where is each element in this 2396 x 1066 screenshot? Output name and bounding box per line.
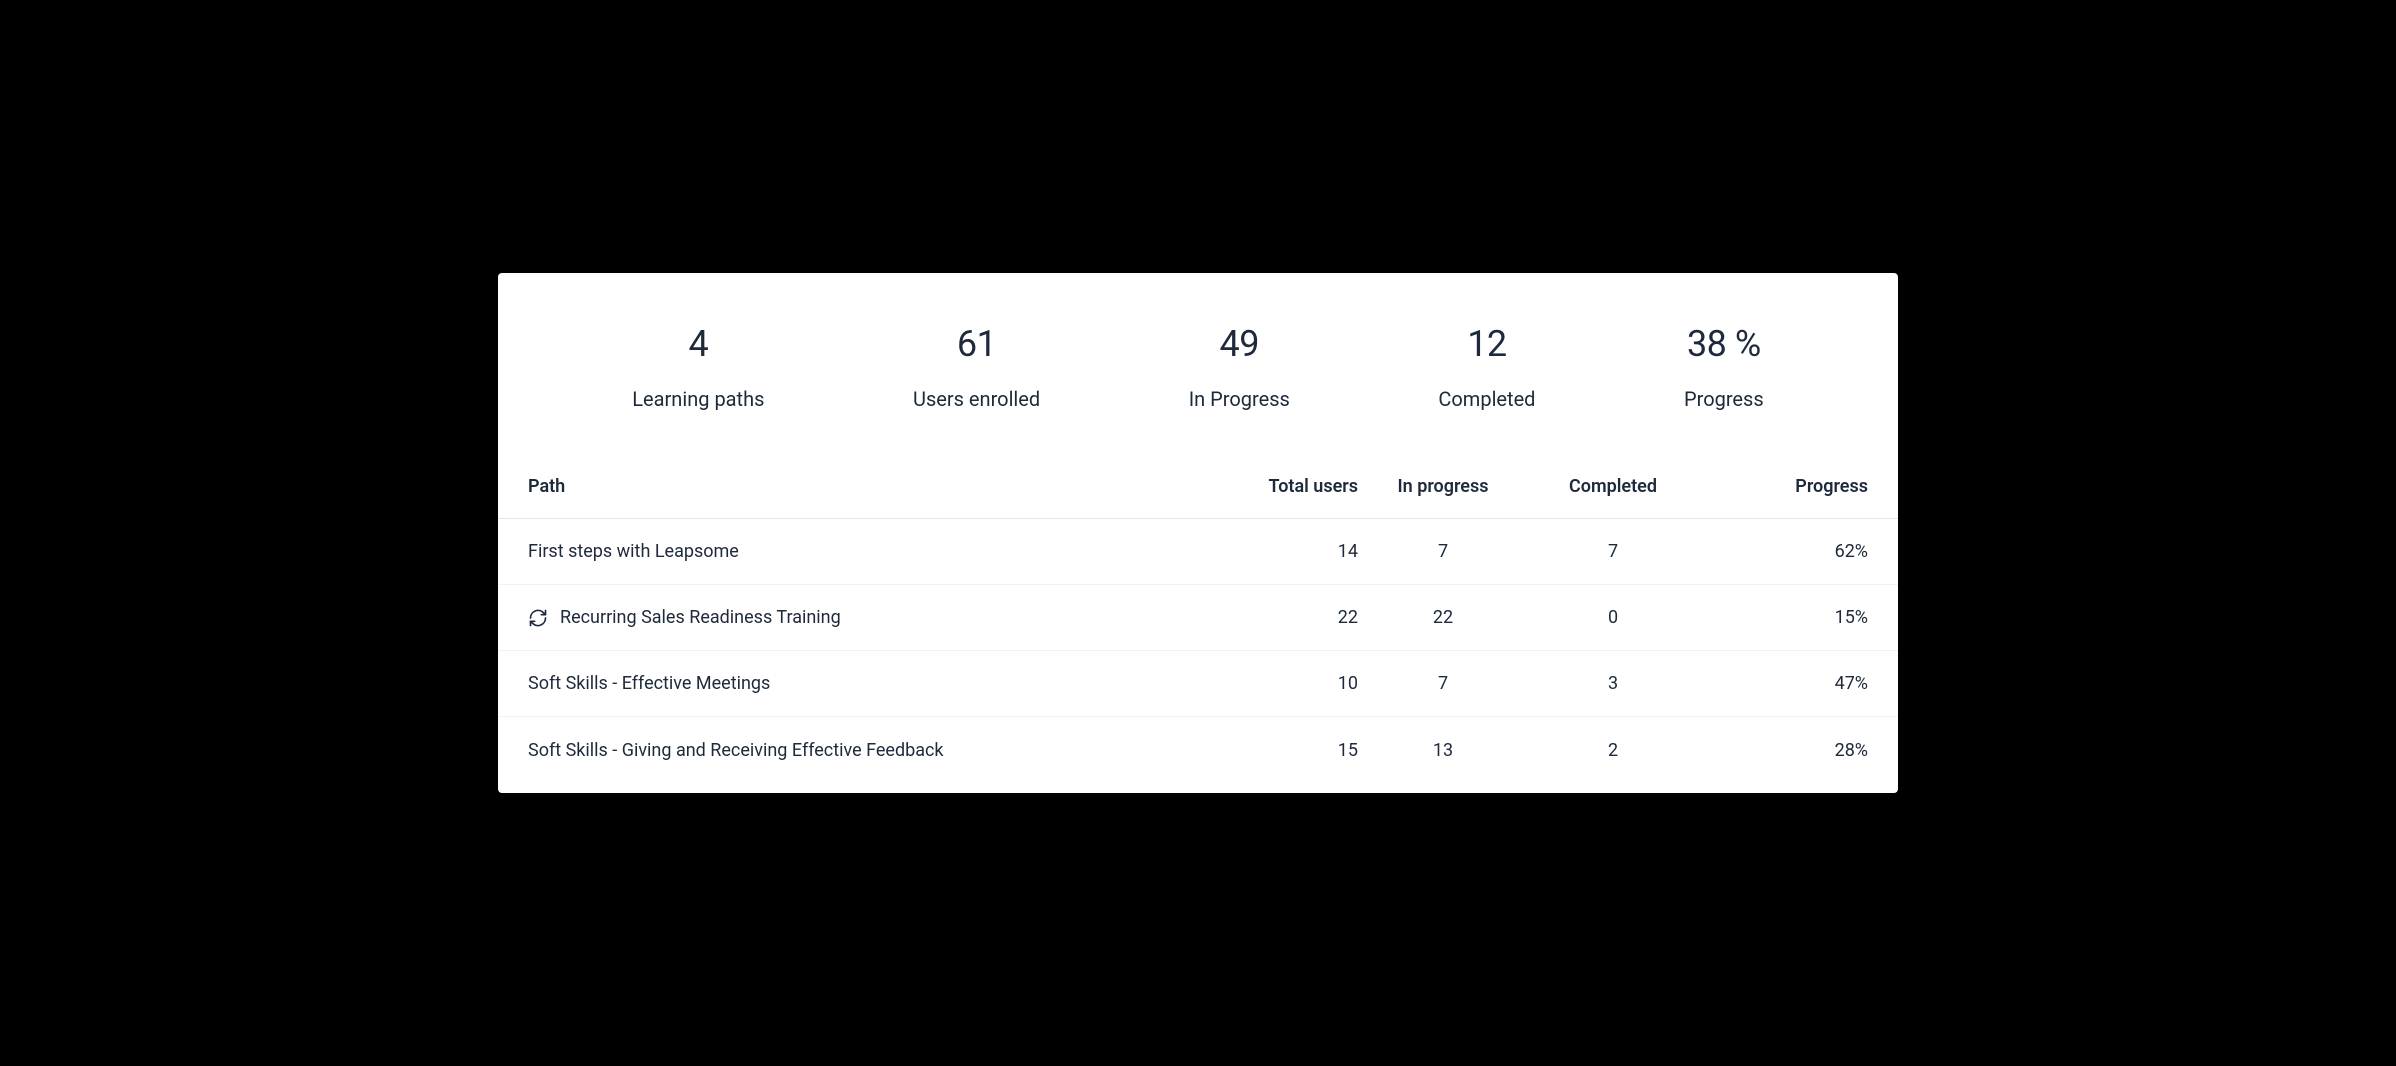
stat-value: 12 [1467, 323, 1506, 365]
cell-in-progress: 7 [1358, 541, 1528, 562]
path-name: Soft Skills - Giving and Receiving Effec… [528, 740, 944, 761]
cell-in-progress: 7 [1358, 673, 1528, 694]
cell-completed: 3 [1528, 673, 1698, 694]
stat-completed: 12 Completed [1438, 323, 1535, 411]
stat-label: Completed [1438, 387, 1535, 411]
col-progress[interactable]: Progress [1698, 476, 1868, 497]
cell-path: Soft Skills - Giving and Receiving Effec… [528, 740, 1188, 761]
cell-progress: 62% [1698, 541, 1868, 562]
path-name: Soft Skills - Effective Meetings [528, 673, 770, 694]
cell-completed: 2 [1528, 740, 1698, 761]
cell-completed: 7 [1528, 541, 1698, 562]
table-row[interactable]: Soft Skills - Giving and Receiving Effec… [498, 717, 1898, 783]
path-cell: First steps with Leapsome [528, 541, 1188, 562]
path-cell: Recurring Sales Readiness Training [528, 607, 1188, 628]
col-path[interactable]: Path [528, 476, 1188, 497]
learning-paths-card: 4 Learning paths 61 Users enrolled 49 In… [498, 273, 1898, 793]
cell-in-progress: 13 [1358, 740, 1528, 761]
cell-progress: 28% [1698, 740, 1868, 761]
stat-value: 61 [957, 323, 996, 365]
cell-total-users: 22 [1188, 607, 1358, 628]
cell-total-users: 14 [1188, 541, 1358, 562]
path-cell: Soft Skills - Giving and Receiving Effec… [528, 740, 1188, 761]
stats-row: 4 Learning paths 61 Users enrolled 49 In… [498, 323, 1898, 471]
col-total-users[interactable]: Total users [1188, 476, 1358, 497]
cell-path: First steps with Leapsome [528, 541, 1188, 562]
col-completed[interactable]: Completed [1528, 476, 1698, 497]
path-name: Recurring Sales Readiness Training [560, 607, 841, 628]
stat-in-progress: 49 In Progress [1189, 323, 1290, 411]
cell-in-progress: 22 [1358, 607, 1528, 628]
cell-progress: 47% [1698, 673, 1868, 694]
table-body: First steps with Leapsome147762% Recurri… [498, 519, 1898, 783]
paths-table: Path Total users In progress Completed P… [498, 471, 1898, 783]
stat-value: 38 % [1687, 323, 1761, 365]
cell-completed: 0 [1528, 607, 1698, 628]
stat-value: 49 [1220, 323, 1259, 365]
recurring-icon [528, 608, 548, 628]
cell-total-users: 15 [1188, 740, 1358, 761]
table-row[interactable]: Recurring Sales Readiness Training222201… [498, 585, 1898, 651]
table-row[interactable]: First steps with Leapsome147762% [498, 519, 1898, 585]
stat-label: Learning paths [632, 387, 764, 411]
path-name: First steps with Leapsome [528, 541, 739, 562]
table-row[interactable]: Soft Skills - Effective Meetings 107347% [498, 651, 1898, 717]
cell-progress: 15% [1698, 607, 1868, 628]
cell-total-users: 10 [1188, 673, 1358, 694]
stat-label: Progress [1684, 387, 1764, 411]
stat-label: Users enrolled [913, 387, 1040, 411]
stat-learning-paths: 4 Learning paths [632, 323, 764, 411]
stat-progress: 38 % Progress [1684, 323, 1764, 411]
path-cell: Soft Skills - Effective Meetings [528, 673, 1188, 694]
stat-value: 4 [688, 323, 708, 365]
col-in-progress[interactable]: In progress [1358, 476, 1528, 497]
cell-path: Recurring Sales Readiness Training [528, 607, 1188, 628]
stat-users-enrolled: 61 Users enrolled [913, 323, 1040, 411]
cell-path: Soft Skills - Effective Meetings [528, 673, 1188, 694]
stat-label: In Progress [1189, 387, 1290, 411]
table-header: Path Total users In progress Completed P… [498, 471, 1898, 519]
